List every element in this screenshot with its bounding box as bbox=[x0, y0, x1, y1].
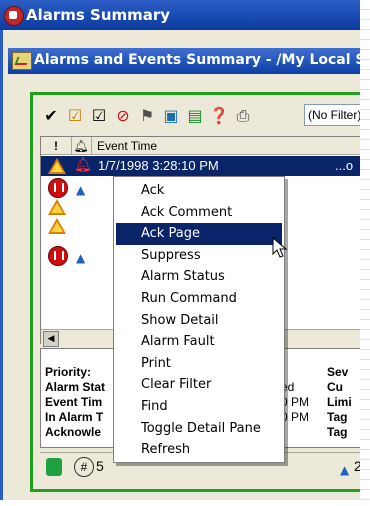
menu-item-toggle-detail-pane[interactable]: Toggle Detail Pane bbox=[116, 418, 282, 440]
priority-column-header[interactable]: ! bbox=[41, 137, 72, 155]
app-icon bbox=[4, 6, 24, 26]
bell-icon: ▲ bbox=[76, 183, 86, 197]
bell-icon: 🔔︎ bbox=[74, 157, 92, 173]
critical-icon bbox=[48, 178, 68, 198]
detail-label: Limi bbox=[327, 395, 352, 409]
detail-label: Alarm Stat bbox=[45, 380, 106, 394]
torn-edge bbox=[360, 0, 370, 506]
properties-icon[interactable]: ▤ bbox=[184, 105, 206, 127]
bell-icon: ▲ bbox=[340, 463, 350, 477]
menu-item-ack-page[interactable]: Ack Page bbox=[116, 223, 282, 245]
show-detail-icon[interactable]: ▣ bbox=[160, 105, 182, 127]
menu-item-print[interactable]: Print bbox=[116, 353, 282, 375]
detail-label: Acknowle bbox=[45, 425, 102, 439]
connection-icon bbox=[46, 458, 62, 476]
ack-page-icon[interactable]: ☑ bbox=[64, 105, 86, 127]
detail-label: In Alarm T bbox=[45, 410, 104, 424]
warning-icon bbox=[48, 158, 66, 174]
ack-check-icon[interactable]: ✔ bbox=[40, 105, 62, 127]
menu-item-clear-filter[interactable]: Clear Filter bbox=[116, 374, 282, 396]
menu-item-run-command[interactable]: Run Command bbox=[116, 288, 282, 310]
mouse-pointer-icon bbox=[272, 237, 288, 258]
menu-item-alarm-status[interactable]: Alarm Status bbox=[116, 266, 282, 288]
warning-icon bbox=[48, 199, 66, 215]
menu-item-suppress[interactable]: Suppress bbox=[116, 245, 282, 267]
event-time: 1/7/1998 3:28:10 PM bbox=[98, 158, 219, 173]
row-trailing-text: ...o bbox=[335, 158, 354, 173]
menu-item-ack-comment[interactable]: Ack Comment bbox=[116, 202, 282, 224]
detail-label: Cu bbox=[327, 380, 343, 394]
menu-item-find[interactable]: Find bbox=[116, 396, 282, 418]
bell-column-header[interactable]: 🔔︎ bbox=[71, 137, 92, 155]
warning-icon bbox=[48, 218, 66, 234]
menu-item-refresh[interactable]: Refresh bbox=[116, 439, 282, 461]
context-menu: Ack Ack Comment Ack Page Suppress Alarm … bbox=[113, 176, 285, 463]
menu-item-ack[interactable]: Ack bbox=[116, 180, 282, 202]
help-icon[interactable]: ❓ bbox=[208, 105, 230, 127]
subwindow-title: Alarms and Events Summary - /My Local Si… bbox=[34, 52, 370, 68]
print-icon[interactable]: ⎙ bbox=[232, 105, 254, 127]
detail-label: Event Tim bbox=[45, 395, 103, 409]
title-bar[interactable]: Alarms Summary bbox=[0, 0, 370, 30]
count-prefix: # bbox=[74, 457, 94, 477]
detail-label: Tag bbox=[327, 425, 348, 439]
window-title: Alarms Summary bbox=[26, 6, 171, 24]
detail-label: Sev bbox=[327, 365, 349, 379]
menu-item-alarm-fault[interactable]: Alarm Fault bbox=[116, 331, 282, 353]
bell-icon: ▲ bbox=[76, 251, 86, 265]
critical-icon bbox=[48, 246, 68, 266]
menu-item-show-detail[interactable]: Show Detail bbox=[116, 310, 282, 332]
suppress-icon[interactable]: ⊘ bbox=[112, 105, 134, 127]
filter-select[interactable]: (No Filter) bbox=[304, 104, 364, 126]
scroll-left-icon[interactable]: ◀ bbox=[43, 331, 59, 347]
event-time-column-header[interactable]: Event Time bbox=[91, 137, 370, 155]
ack-selected-icon[interactable]: ☑ bbox=[88, 105, 110, 127]
alarm-status-icon[interactable]: ⚑ bbox=[136, 105, 158, 127]
list-header: ! 🔔︎ Event Time bbox=[41, 137, 364, 155]
bell-icon: 🔔︎ bbox=[73, 139, 89, 153]
detail-label: Tag bbox=[327, 410, 348, 424]
alarm-count: 5 bbox=[96, 458, 104, 474]
detail-label: Priority: bbox=[45, 365, 92, 379]
summary-window-icon bbox=[12, 52, 32, 70]
table-row[interactable]: 🔔︎ 1/7/1998 3:28:10 PM ...o bbox=[41, 156, 364, 176]
subwindow-title-bar[interactable]: Alarms and Events Summary - /My Local Si… bbox=[8, 48, 370, 74]
